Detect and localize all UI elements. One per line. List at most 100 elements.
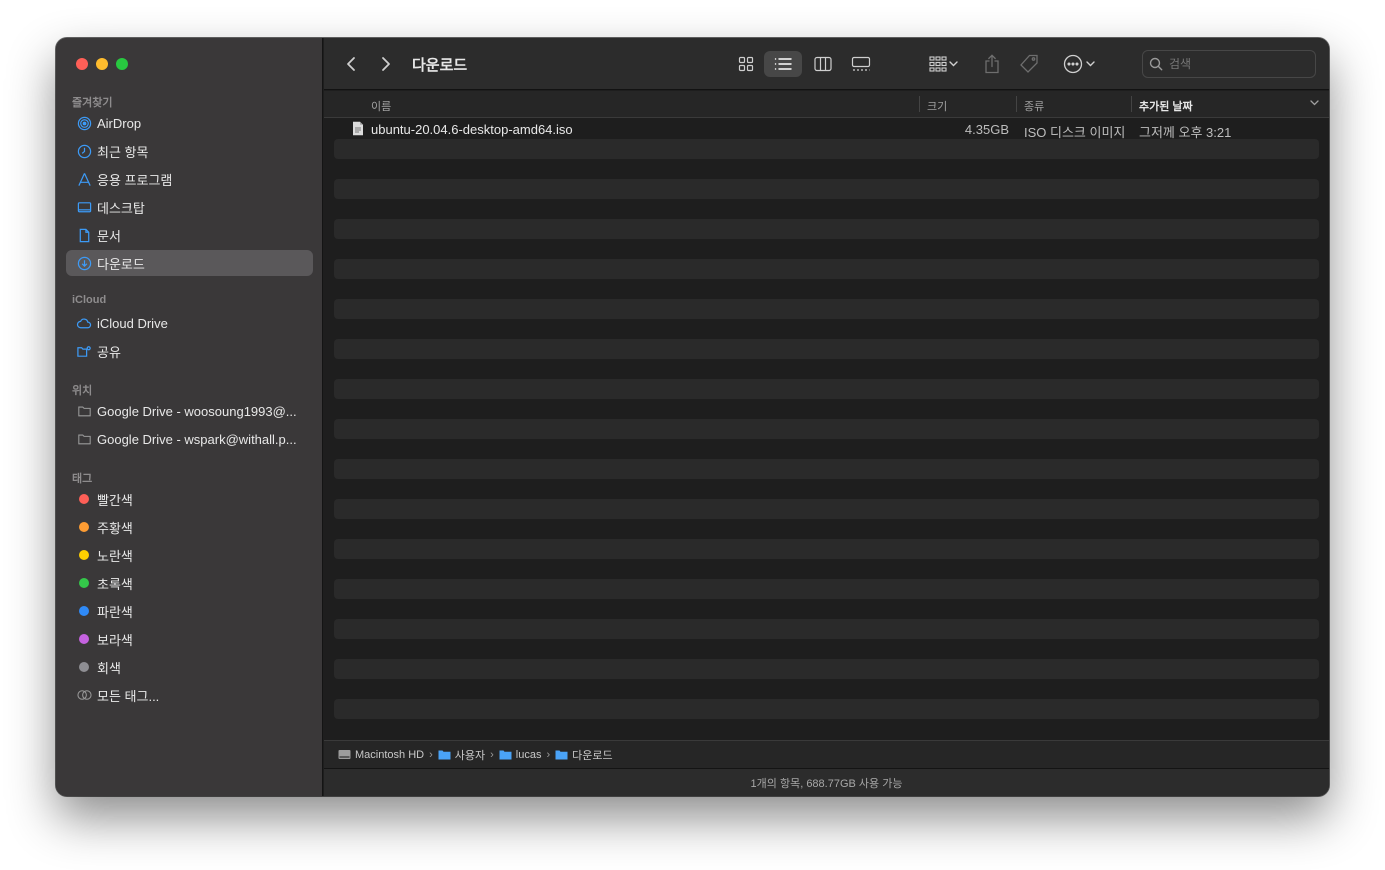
back-button[interactable] [340,52,362,76]
chevron-left-icon [347,57,355,71]
sidebar-item-google-drive-2[interactable]: Google Drive - wspark@withall.p... [66,426,313,452]
red-tag-icon [76,491,92,507]
search-icon [1149,57,1163,71]
orange-tag-icon [76,519,92,535]
column-header: 이름 크기 종류 추가된 날짜 [324,91,1329,118]
empty-row [334,379,1319,399]
path-crumb-label: Macintosh HD [355,748,425,761]
sidebar-item-shared[interactable]: 공유 [66,338,313,364]
sidebar-item-all-tags[interactable]: 모든 태그... [66,682,313,708]
column-view-button[interactable] [806,51,840,77]
sidebar-item-recents[interactable]: 최근 항목 [66,138,313,164]
columns-icon [814,56,832,72]
empty-row [334,579,1319,599]
empty-row [334,419,1319,439]
download-icon [76,255,92,271]
sidebar-item-google-drive-1[interactable]: Google Drive - woosoung1993@... [66,398,313,424]
path-crumb-downloads[interactable]: 다운로드 [555,747,613,763]
status-bar: 1개의 항목, 688.77GB 사용 가능 [324,768,1329,796]
empty-row [334,339,1319,359]
folder-icon [76,403,92,419]
sidebar-item-label: 회색 [97,660,121,676]
gallery-icon [851,56,871,71]
column-divider[interactable] [1131,96,1132,112]
file-row[interactable]: ubuntu-20.04.6-desktop-amd64.iso 4.35GB … [334,119,1319,140]
empty-row [334,279,1319,299]
column-divider[interactable] [919,96,920,112]
gallery-view-button[interactable] [844,51,878,77]
empty-row [334,679,1319,699]
purple-tag-icon [76,631,92,647]
search-field[interactable] [1142,50,1316,78]
favorites-heading: 즐겨찾기 [72,97,113,109]
column-date-header[interactable]: 추가된 날짜 [1139,98,1193,114]
desktop-icon [76,199,92,215]
sidebar-item-tag-orange[interactable]: 주황색 [66,514,313,540]
sidebar-item-tag-blue[interactable]: 파란색 [66,598,313,624]
path-crumb-macintosh-hd[interactable]: Macintosh HD [338,749,424,761]
sidebar-item-desktop[interactable]: 데스크탑 [66,194,313,220]
sidebar-item-applications[interactable]: 응용 프로그램 [66,166,313,192]
chevron-down-icon [948,61,958,67]
empty-row [334,559,1319,579]
window-title: 다운로드 [412,57,468,74]
sidebar-item-tag-green[interactable]: 초록색 [66,570,313,596]
yellow-tag-icon [76,547,92,563]
sidebar-item-label: 다운로드 [97,256,145,272]
path-crumb-lucas[interactable]: lucas [499,749,541,761]
hard-drive-icon [338,750,351,759]
sidebar-item-label: iCloud Drive [97,315,168,331]
applications-icon [76,171,92,187]
share-button[interactable] [979,51,1005,77]
chevron-right-icon [382,57,390,71]
path-crumb-users[interactable]: 사용자 [438,747,485,763]
group-button[interactable] [922,51,964,77]
sidebar-item-label: 응용 프로그램 [97,172,173,188]
action-menu-button[interactable] [1058,51,1100,77]
empty-row [334,699,1319,719]
chevron-down-icon [1086,61,1095,67]
sidebar-item-tag-red[interactable]: 빨간색 [66,486,313,512]
empty-row [334,619,1319,639]
sidebar-item-documents[interactable]: 문서 [66,222,313,248]
sidebar-item-airdrop[interactable]: AirDrop [66,110,313,136]
sidebar-item-label: Google Drive - woosoung1993@... [97,403,297,419]
document-icon [76,227,92,243]
sidebar-item-label: AirDrop [97,115,142,131]
sidebar-item-tag-yellow[interactable]: 노란색 [66,542,313,568]
finder-window: 즐겨찾기 AirDrop 최근 항목 응용 프로그램 데스크탑 문서 다운로드 … [56,38,1329,796]
column-name-header[interactable]: 이름 [371,98,391,114]
icloud-heading: iCloud [72,294,107,306]
close-window-button[interactable] [76,58,88,70]
sidebar-item-downloads[interactable]: 다운로드 [66,250,313,276]
column-size-header[interactable]: 크기 [927,98,947,114]
empty-row [334,479,1319,499]
empty-row [334,599,1319,619]
minimize-window-button[interactable] [96,58,108,70]
zoom-window-button[interactable] [116,58,128,70]
empty-row [334,439,1319,459]
sidebar-item-icloud-drive[interactable]: iCloud Drive [66,310,313,336]
sort-chevron-icon[interactable] [1310,97,1319,109]
path-separator-icon: › [429,748,433,761]
group-grid-icon [928,56,947,72]
column-divider[interactable] [1016,96,1017,112]
empty-row [334,539,1319,559]
search-input[interactable] [1169,57,1309,71]
window-controls [76,58,128,70]
tag-button[interactable] [1016,51,1042,77]
icon-view-button[interactable] [729,51,763,77]
airdrop-icon [76,115,92,131]
path-crumb-label: 다운로드 [572,749,613,762]
sidebar-item-tag-gray[interactable]: 회색 [66,654,313,680]
sidebar-item-tag-purple[interactable]: 보라색 [66,626,313,652]
empty-row [334,259,1319,279]
sidebar-item-label: 공유 [97,344,121,360]
file-name: ubuntu-20.04.6-desktop-amd64.iso [371,122,573,137]
list-view-button[interactable] [764,51,802,77]
grid-icon [738,56,754,72]
iso-file-icon [352,121,364,139]
forward-button[interactable] [375,52,397,76]
column-kind-header[interactable]: 종류 [1024,98,1044,114]
folder-icon [499,750,512,760]
